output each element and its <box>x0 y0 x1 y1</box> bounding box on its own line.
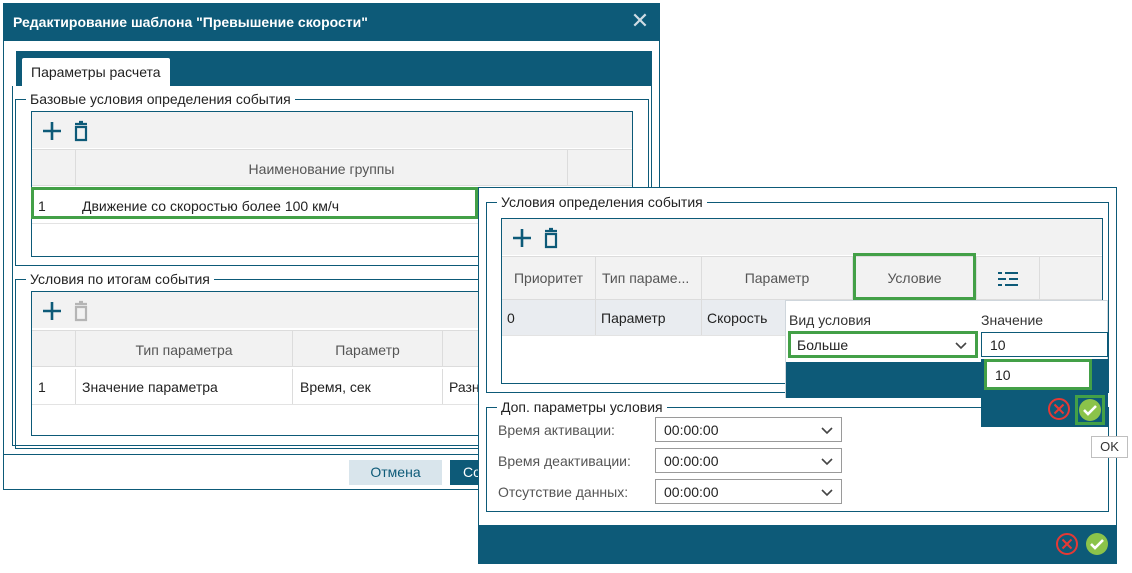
add-icon[interactable] <box>511 227 533 249</box>
activation-time-select[interactable]: 00:00:00 <box>655 417 842 442</box>
no-data-value: 00:00:00 <box>664 484 719 500</box>
delete-icon[interactable] <box>70 120 92 142</box>
base-grid-toolbar <box>32 112 632 148</box>
chevron-down-icon <box>821 427 833 435</box>
close-icon[interactable]: ✕ <box>628 10 652 34</box>
extra-cell: Разн <box>449 379 480 395</box>
extra-params-legend: Доп. параметры условия <box>501 399 663 415</box>
result-conditions-legend: Условия по итогам события <box>30 271 210 287</box>
column-header-condition[interactable]: Условие <box>853 270 976 286</box>
column-header-type[interactable]: Тип параме... <box>596 270 701 286</box>
priority-cell: 0 <box>507 310 515 326</box>
param-type-cell: Значение параметра <box>82 379 218 395</box>
base-grid-header: Наименование группы <box>32 149 632 186</box>
column-header-priority[interactable]: Приоритет <box>502 270 595 286</box>
add-icon[interactable] <box>41 300 63 322</box>
cancel-icon[interactable] <box>1046 396 1072 422</box>
column-header-param-type[interactable]: Тип параметра <box>76 342 292 358</box>
activation-time-label: Время активации: <box>498 422 615 438</box>
chevron-down-icon <box>821 458 833 466</box>
row-index: 1 <box>38 379 46 395</box>
condition-kind-select[interactable]: Больше <box>788 331 978 358</box>
base-conditions-legend: Базовые условия определения события <box>30 91 291 107</box>
row-index: 1 <box>38 198 46 214</box>
delete-icon <box>74 300 88 322</box>
delete-icon[interactable] <box>540 227 562 249</box>
cancel-icon[interactable] <box>1054 531 1080 557</box>
no-data-label: Отсутствие данных: <box>498 484 629 500</box>
confirm-icon[interactable] <box>1084 531 1110 557</box>
no-data-select[interactable]: 00:00:00 <box>655 479 842 504</box>
param-cell: Время, сек <box>300 379 371 395</box>
column-header-group-name[interactable]: Наименование группы <box>76 161 567 177</box>
suggestion-text: 10 <box>995 367 1011 383</box>
tab-bar: Параметры расчета <box>16 51 652 86</box>
condition-value-text: 10 <box>990 337 1006 353</box>
column-settings-icon[interactable] <box>996 270 1020 288</box>
column-header-param[interactable]: Параметр <box>702 270 852 286</box>
conditions-legend: Условия определения события <box>501 194 703 210</box>
column-header-param[interactable]: Параметр <box>293 342 442 358</box>
dialog-titlebar: Редактирование шаблона "Превышение скоро… <box>4 4 659 41</box>
type-cell: Параметр <box>601 310 666 326</box>
confirm-icon[interactable] <box>1077 397 1103 423</box>
ok-tooltip: OK <box>1091 436 1128 458</box>
condition-value-input[interactable]: 10 <box>981 332 1108 357</box>
conditions-toolbar <box>502 219 1102 255</box>
deactivation-time-label: Время деактивации: <box>498 453 631 469</box>
condition-editor-footer <box>786 362 982 398</box>
conditions-grid-header: Приоритет Тип параме... Параметр Условие <box>502 256 1102 300</box>
deactivation-time-value: 00:00:00 <box>664 453 719 469</box>
activation-time-value: 00:00:00 <box>664 422 719 438</box>
chevron-down-icon <box>955 342 967 350</box>
popup-footer <box>479 525 1116 563</box>
chevron-down-icon <box>821 489 833 497</box>
param-cell: Скорость <box>707 310 768 326</box>
dialog-title: Редактирование шаблона "Превышение скоро… <box>13 14 368 30</box>
tab-calc-params[interactable]: Параметры расчета <box>22 58 170 86</box>
condition-kind-value: Больше <box>797 337 849 353</box>
condition-value-label: Значение <box>981 312 1044 328</box>
condition-kind-label: Вид условия <box>789 312 872 328</box>
cancel-button[interactable]: Отмена <box>349 460 442 485</box>
add-icon[interactable] <box>41 120 63 142</box>
value-suggestion[interactable]: 10 <box>984 359 1092 390</box>
group-name-cell: Движение со скоростью более 100 км/ч <box>82 198 339 214</box>
deactivation-time-select[interactable]: 00:00:00 <box>655 448 842 473</box>
